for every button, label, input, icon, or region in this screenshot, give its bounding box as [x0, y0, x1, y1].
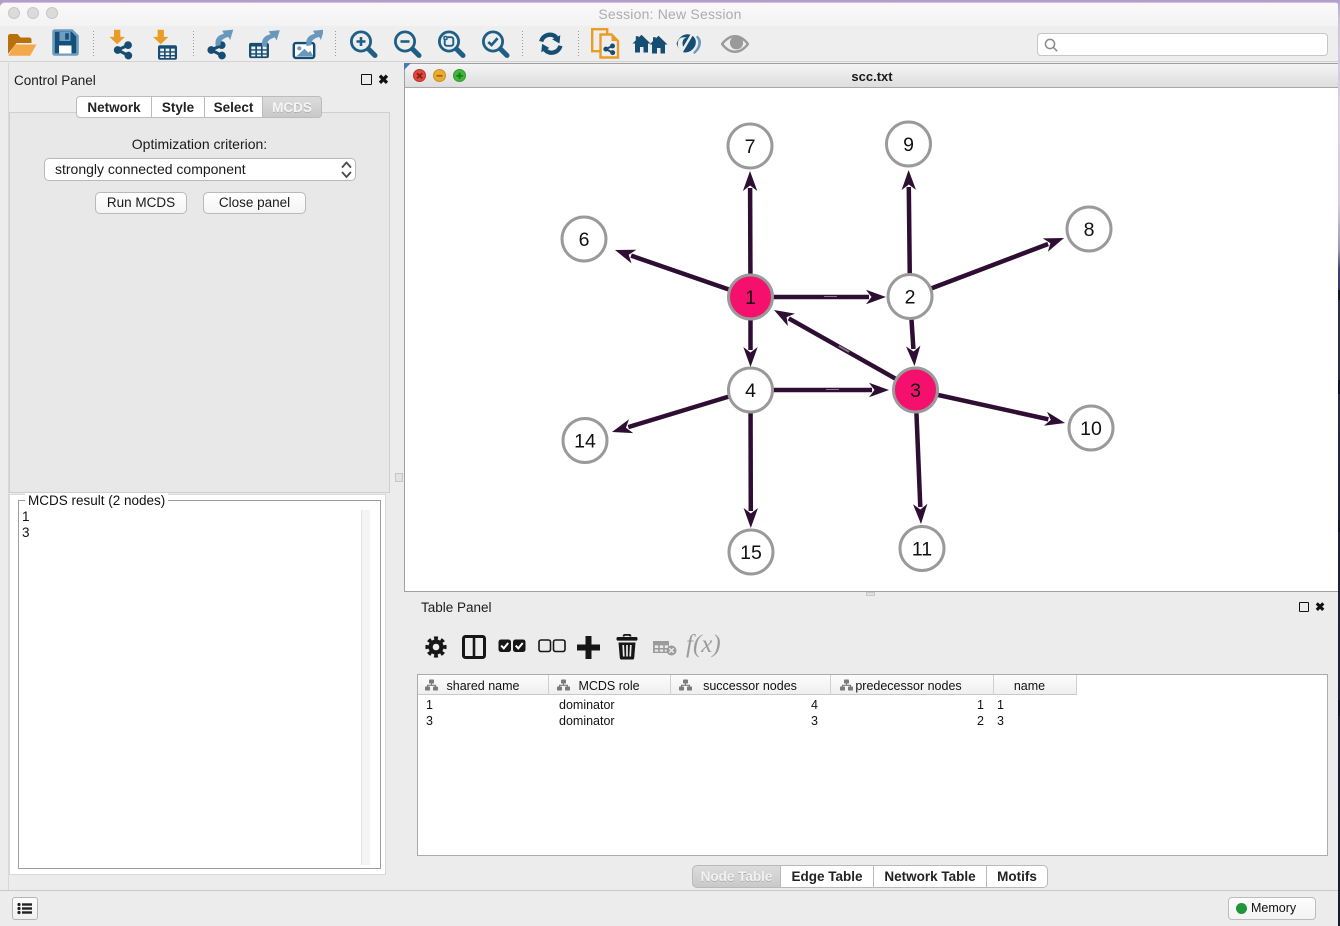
svg-text:6: 6: [579, 229, 590, 251]
svg-text:1: 1: [745, 287, 756, 309]
svg-text:14: 14: [574, 431, 596, 453]
svg-text:2: 2: [905, 287, 916, 309]
svg-text:7: 7: [745, 136, 756, 158]
svg-text:4: 4: [745, 380, 756, 402]
svg-text:9: 9: [903, 134, 914, 156]
svg-text:8: 8: [1084, 219, 1095, 241]
svg-text:10: 10: [1080, 418, 1102, 440]
svg-text:11: 11: [912, 539, 932, 561]
svg-text:15: 15: [740, 542, 762, 564]
svg-text:3: 3: [910, 380, 921, 402]
